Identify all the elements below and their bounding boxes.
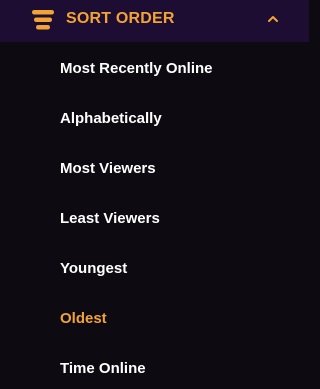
sort-order-header[interactable]: SORT ORDER bbox=[0, 0, 309, 42]
sort-option-least-viewers[interactable]: Least Viewers bbox=[60, 207, 160, 231]
sort-order-title: SORT ORDER bbox=[66, 10, 175, 27]
sort-option-most-recently-online[interactable]: Most Recently Online bbox=[60, 57, 213, 81]
sort-option-oldest[interactable]: Oldest bbox=[60, 307, 107, 331]
sort-option-most-viewers[interactable]: Most Viewers bbox=[60, 157, 156, 181]
sort-option-time-online[interactable]: Time Online bbox=[60, 357, 146, 381]
sort-bars-icon bbox=[32, 10, 54, 30]
sort-option-youngest[interactable]: Youngest bbox=[60, 257, 127, 281]
chevron-up-icon[interactable] bbox=[266, 12, 280, 26]
sort-option-alphabetically[interactable]: Alphabetically bbox=[60, 107, 162, 131]
sort-order-panel: SORT ORDER Most Recently Online Alphabet… bbox=[0, 0, 309, 389]
